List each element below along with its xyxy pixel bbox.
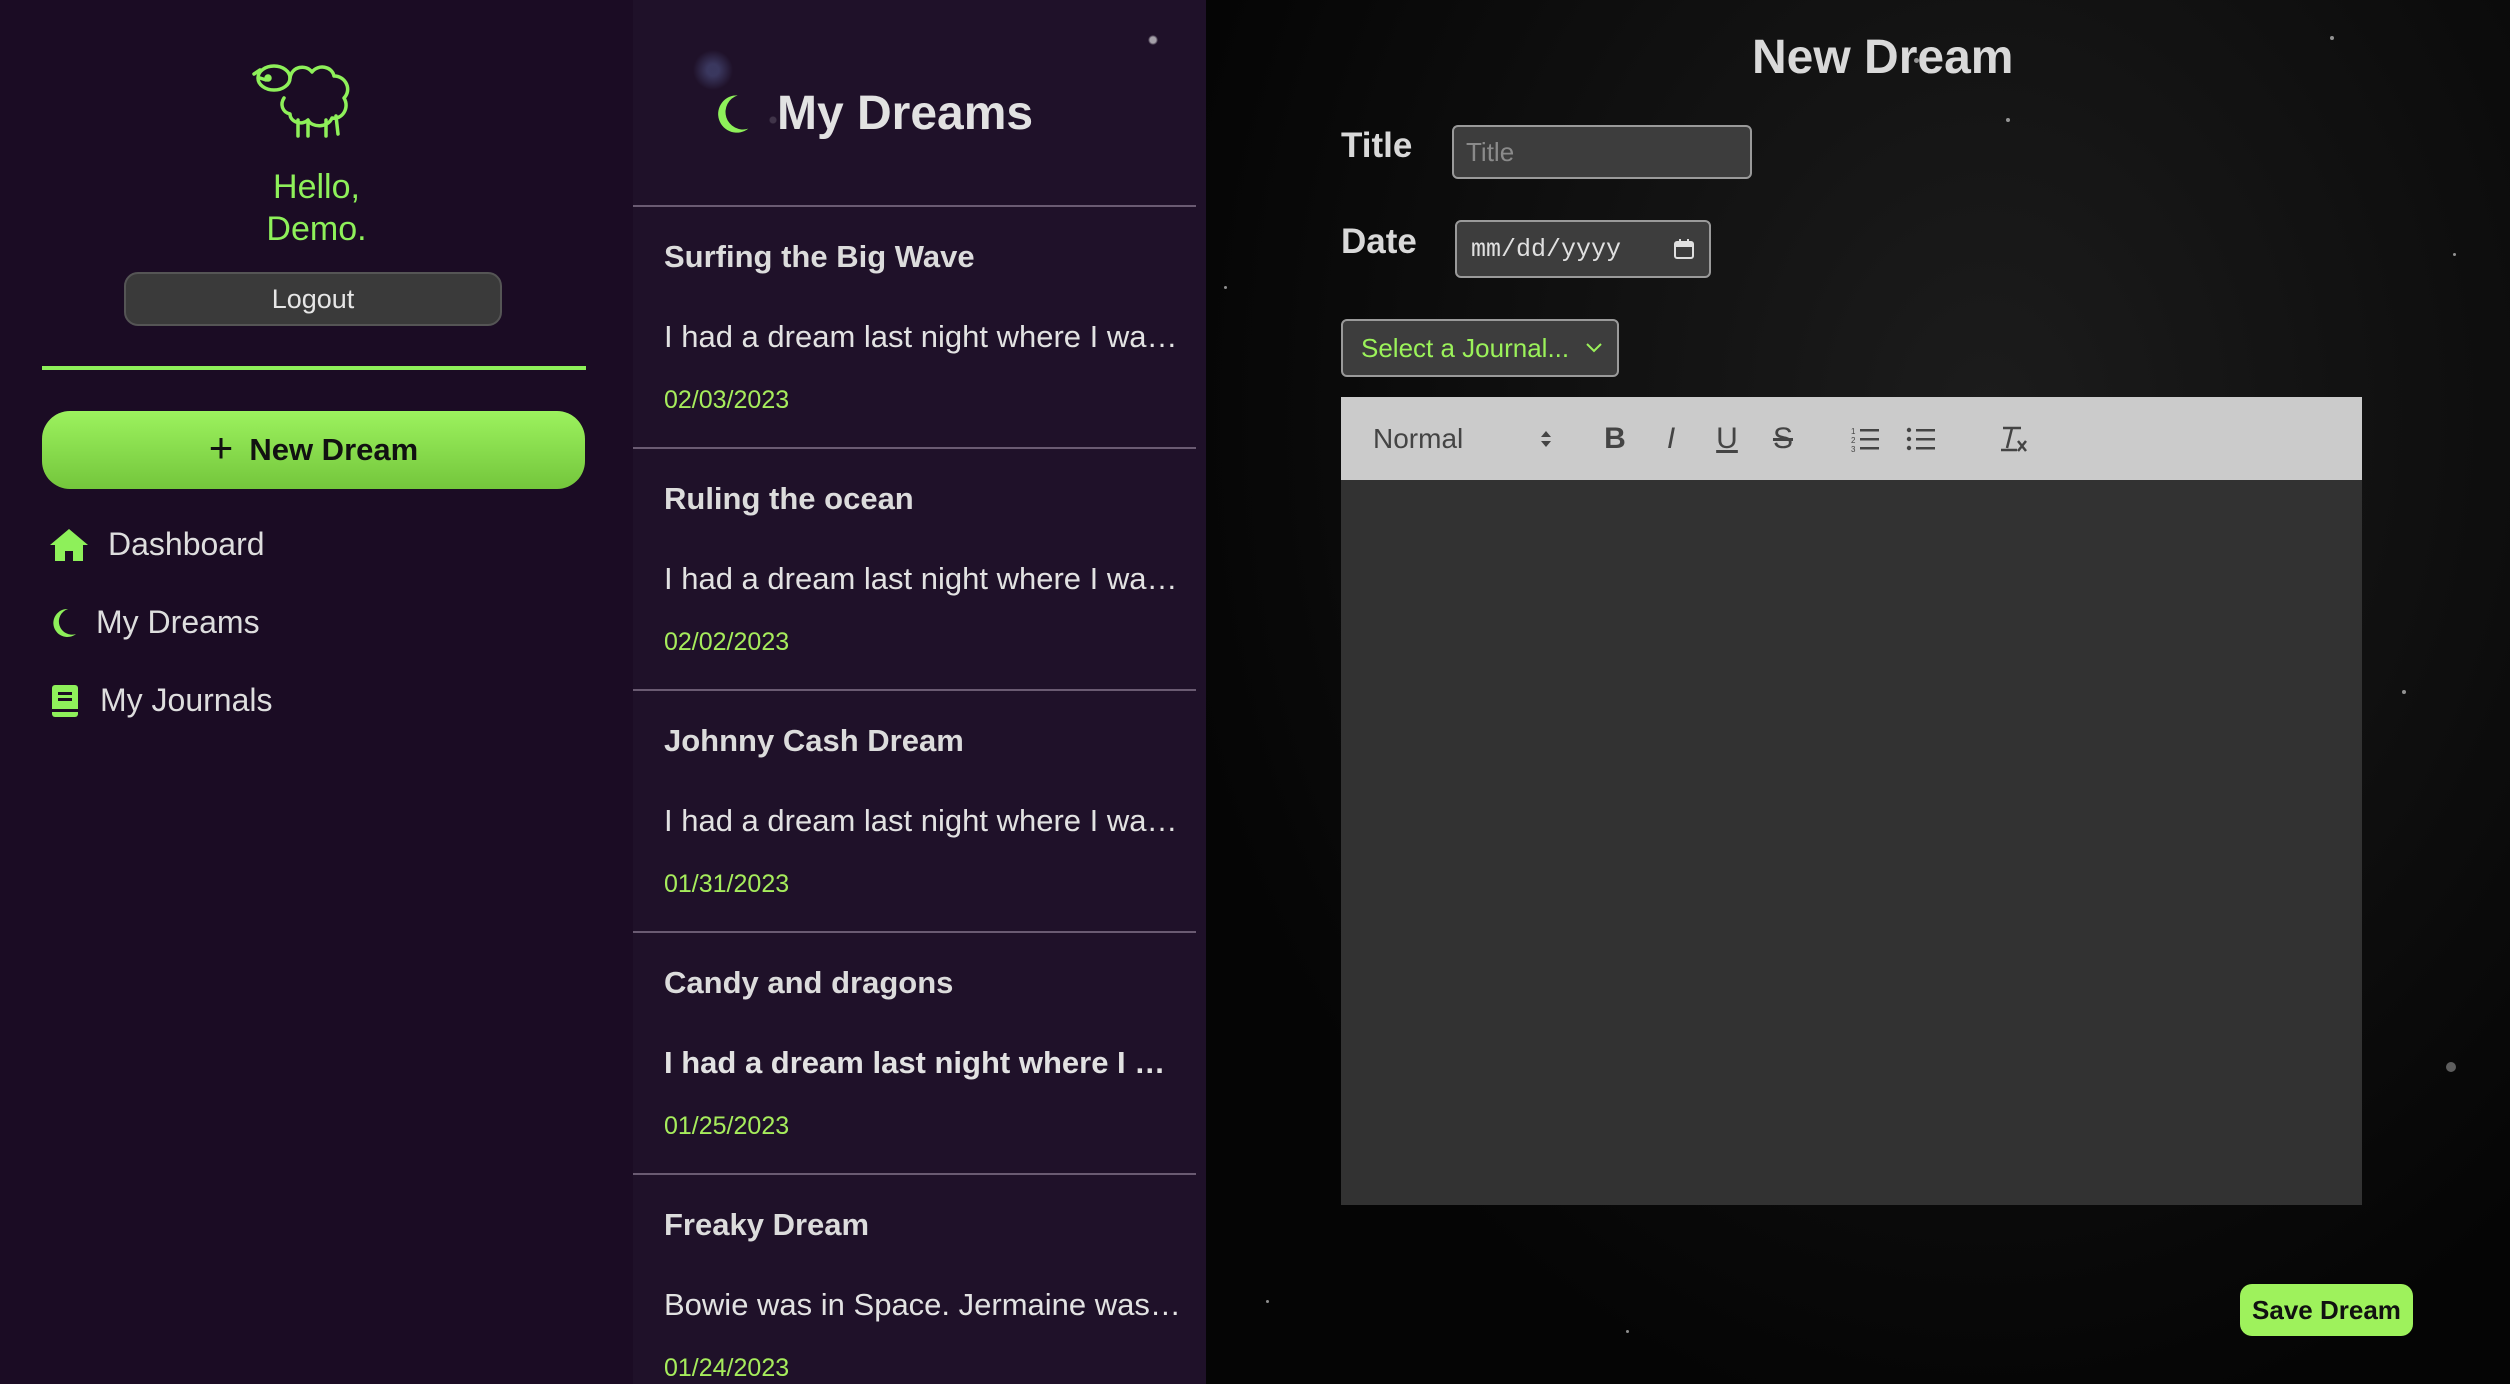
dream-list-item[interactable]: Johnny Cash Dream I had a dream last nig…: [633, 691, 1196, 933]
date-label: Date: [1341, 222, 1417, 261]
bullet-list-icon: [1906, 427, 1935, 450]
star-decoration: [2453, 253, 2456, 256]
dream-snippet: Bowie was in Space. Jermaine was there t…: [664, 1287, 1184, 1322]
save-dream-button[interactable]: Save Dream: [2240, 1284, 2413, 1336]
underline-button[interactable]: U: [1707, 397, 1747, 480]
dream-snippet: I had a dream last night where I was rul…: [664, 561, 1184, 596]
bullet-list-button[interactable]: [1901, 397, 1941, 480]
svg-text:1: 1: [1851, 427, 1856, 436]
dream-date: 02/02/2023: [664, 628, 790, 656]
strikethrough-button[interactable]: S: [1763, 397, 1803, 480]
home-icon: [50, 528, 88, 561]
dream-date: 01/31/2023: [664, 870, 790, 898]
sidebar-item-label: My Journals: [100, 682, 273, 718]
new-dream-panel: New Dream Title Date mm/dd/yyyy Select a…: [1206, 0, 2510, 1384]
heading-select-value: Normal: [1373, 422, 1464, 454]
moon-icon: [718, 94, 749, 133]
italic-button[interactable]: I: [1651, 397, 1691, 480]
logout-button[interactable]: Logout: [124, 272, 502, 326]
star-decoration: [1626, 1330, 1629, 1333]
date-placeholder: mm/dd/yyyy: [1471, 234, 1622, 264]
sidebar-item-dashboard[interactable]: Dashboard: [48, 526, 265, 563]
editor-toolbar: Normal B I U S 1 2 3: [1341, 397, 2362, 480]
sheep-logo-icon: [252, 64, 350, 138]
dream-body-editor[interactable]: [1341, 480, 2362, 1205]
title-input[interactable]: [1452, 125, 1752, 179]
dream-title: Freaky Dream: [664, 1207, 870, 1242]
dream-title: Johnny Cash Dream: [664, 723, 964, 758]
plus-icon: +: [208, 424, 234, 471]
svg-text:3: 3: [1851, 445, 1856, 453]
ordered-list-icon: 1 2 3: [1851, 427, 1879, 453]
bold-button[interactable]: B: [1595, 397, 1635, 480]
star-decoration: [1224, 286, 1227, 289]
ordered-list-button[interactable]: 1 2 3: [1845, 397, 1885, 480]
dream-list-item[interactable]: Freaky Dream Bowie was in Space. Jermain…: [633, 1175, 1196, 1384]
sidebar-item-my-dreams[interactable]: My Dreams: [48, 604, 260, 641]
dream-snippet: I had a dream last night where I was fly…: [664, 1045, 1184, 1080]
dream-list-item[interactable]: Candy and dragons I had a dream last nig…: [633, 933, 1196, 1175]
journal-select[interactable]: Select a Journal...: [1341, 319, 1619, 377]
moon-icon: [53, 608, 76, 637]
heading-select[interactable]: Normal: [1373, 397, 1553, 480]
page-title: New Dream: [1752, 31, 2014, 84]
greeting-line-2: Demo.: [266, 210, 367, 248]
sidebar-item-label: My Dreams: [96, 604, 260, 640]
calendar-icon[interactable]: [1673, 238, 1695, 260]
star-decoration: [2006, 118, 2010, 122]
sidebar-item-my-journals[interactable]: My Journals: [48, 682, 273, 719]
sidebar-divider: [42, 366, 586, 370]
svg-text:2: 2: [1851, 436, 1856, 445]
star-decoration: [2330, 36, 2334, 40]
dream-list-item[interactable]: Surfing the Big Wave I had a dream last …: [633, 207, 1196, 449]
dream-date: 01/25/2023: [664, 1112, 790, 1140]
sidebar: Hello, Demo. Logout + New Dream Dashboar…: [0, 0, 633, 1384]
dream-date: 01/24/2023: [664, 1354, 790, 1382]
dream-snippet: I had a dream last night where I was sin…: [664, 803, 1184, 838]
journal-select-value: Select a Journal...: [1361, 332, 1570, 363]
star-decoration: [1266, 1300, 1269, 1303]
book-icon: [52, 684, 78, 717]
clear-format-icon: [2001, 426, 2027, 452]
title-label: Title: [1341, 126, 1413, 165]
chevron-down-icon: [1586, 343, 1602, 353]
new-dream-button-label: New Dream: [249, 432, 419, 467]
dream-title: Surfing the Big Wave: [664, 239, 975, 274]
sidebar-item-label: Dashboard: [108, 526, 265, 562]
star-decoration: [2446, 1062, 2456, 1072]
greeting-line-1: Hello,: [273, 168, 360, 206]
dream-date: 02/03/2023: [664, 386, 790, 414]
new-dream-button[interactable]: + New Dream: [42, 411, 585, 489]
greeting: Hello, Demo.: [0, 166, 633, 250]
dreams-list-title: My Dreams: [711, 86, 1033, 141]
dream-snippet: I had a dream last night where I was sur…: [664, 319, 1184, 354]
clear-format-button[interactable]: [1993, 397, 2033, 480]
star-decoration: [2402, 690, 2406, 694]
dreams-list-title-text: My Dreams: [777, 87, 1034, 140]
sort-arrows-icon: [1541, 430, 1551, 447]
dream-list-item[interactable]: Ruling the ocean I had a dream last nigh…: [633, 449, 1196, 691]
dream-title: Candy and dragons: [664, 965, 954, 1000]
date-input[interactable]: mm/dd/yyyy: [1455, 220, 1711, 278]
dream-title: Ruling the ocean: [664, 481, 914, 516]
dreams-list-panel: My Dreams Surfing the Big Wave I had a d…: [633, 0, 1206, 1384]
dreams-list-header: My Dreams: [633, 0, 1196, 207]
